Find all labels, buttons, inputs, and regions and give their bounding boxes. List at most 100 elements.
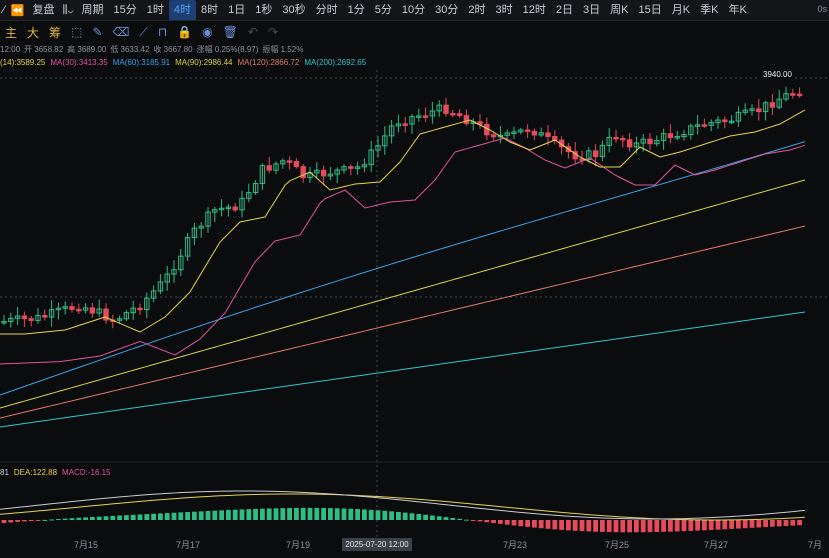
macd-bar-117 — [797, 520, 802, 526]
candle-92 — [626, 139, 633, 148]
macd-bar-54 — [368, 509, 374, 520]
candle-3 — [21, 315, 28, 320]
macd-dif-line — [0, 490, 806, 520]
macd-bar-83 — [566, 520, 571, 531]
macd-bar-80 — [545, 520, 551, 529]
macd-bar-10 — [69, 518, 75, 520]
macd-bar-19 — [130, 514, 136, 520]
macd-bar-69 — [470, 520, 476, 521]
macd-bar-93 — [634, 520, 639, 533]
macd-bar-28 — [192, 511, 197, 520]
macd-bar-30 — [205, 510, 211, 520]
macd-bar-103 — [702, 520, 707, 531]
macd-bar-70 — [477, 520, 483, 522]
macd-bar-46 — [314, 507, 320, 520]
macd-bar-62 — [423, 514, 428, 520]
macd-bar-108 — [736, 520, 741, 529]
x-axis-label-1: 7月17 — [176, 540, 200, 550]
macd-bar-95 — [647, 520, 653, 533]
macd-bar-52 — [355, 509, 360, 520]
macd-bar-17 — [117, 515, 122, 520]
macd-bar-40 — [273, 508, 279, 520]
macd-bar-77 — [525, 520, 530, 527]
macd-bar-49 — [334, 508, 340, 520]
x-axis-label-5: 7月27 — [704, 540, 728, 550]
macd-label-1: DEA:122.88 — [13, 467, 58, 477]
macd-bar-106 — [722, 520, 728, 530]
macd-bar-64 — [436, 516, 442, 520]
macd-bar-88 — [600, 520, 605, 532]
candle-20 — [137, 307, 143, 311]
macd-bar-73 — [498, 520, 503, 524]
macd-bar-8 — [56, 519, 61, 521]
macd-bar-65 — [443, 517, 449, 520]
macd-bar-76 — [518, 520, 524, 527]
macd-bar-32 — [219, 510, 224, 520]
macd-bar-45 — [307, 507, 313, 520]
macd-bar-78 — [532, 520, 537, 528]
macd-bar-63 — [430, 515, 435, 520]
macd-bar-68 — [464, 519, 469, 521]
macd-bar-27 — [185, 512, 190, 520]
macd-bar-92 — [627, 520, 632, 533]
candle-39 — [266, 165, 272, 171]
candle-77 — [524, 129, 531, 132]
macd-bar-26 — [178, 512, 184, 520]
macd-bar-3 — [22, 520, 27, 522]
candle-4 — [28, 318, 34, 321]
x-axis-label-2: 7月19 — [286, 540, 310, 550]
candle-68 — [463, 115, 470, 124]
macd-bar-11 — [76, 517, 82, 520]
macd-bar-111 — [756, 520, 762, 528]
macd-bar-72 — [491, 520, 496, 524]
candle-90 — [613, 136, 619, 140]
macd-bar-107 — [729, 520, 734, 529]
macd-bar-115 — [783, 520, 789, 526]
macd-bar-51 — [348, 508, 354, 520]
candle-10 — [69, 306, 75, 310]
macd-bar-97 — [661, 520, 666, 532]
macd-bar-71 — [484, 520, 490, 523]
macd-bar-2 — [15, 520, 20, 522]
macd-bar-44 — [300, 507, 306, 520]
candle-103 — [701, 124, 708, 127]
macd-bar-53 — [362, 509, 367, 520]
macd-bar-20 — [137, 514, 143, 520]
candle-113 — [769, 102, 776, 108]
macd-bar-81 — [552, 520, 558, 530]
macd-bar-50 — [341, 508, 347, 520]
macd-bar-112 — [763, 520, 768, 528]
macd-bar-18 — [124, 515, 129, 520]
macd-bar-33 — [226, 510, 231, 520]
macd-bar-24 — [164, 513, 170, 520]
crosshair-date-label: 2025-07-20 12:00 — [342, 538, 412, 551]
macd-bar-75 — [511, 520, 517, 526]
candle-80 — [545, 132, 551, 138]
candle-43 — [293, 160, 300, 168]
macd-bar-89 — [606, 520, 612, 533]
macd-bar-91 — [620, 520, 626, 533]
candle-65 — [443, 104, 449, 114]
macd-bar-21 — [144, 514, 150, 520]
candle-91 — [620, 137, 626, 141]
macd-bar-42 — [287, 508, 292, 520]
candle-42 — [286, 160, 293, 163]
macd-bar-85 — [579, 520, 585, 532]
ma30-line — [0, 137, 806, 365]
macd-bar-13 — [90, 516, 95, 520]
macd-bar-109 — [742, 520, 748, 529]
x-axis-label-6: 7月 — [808, 540, 822, 550]
macd-bar-16 — [110, 515, 116, 520]
macd-bar-9 — [62, 518, 68, 520]
macd-bar-37 — [253, 508, 258, 520]
macd-bar-38 — [260, 508, 265, 520]
macd-bar-59 — [402, 512, 408, 520]
macd-bar-36 — [246, 509, 252, 520]
macd-label-2: MACD:-16.15 — [62, 467, 111, 477]
candle-62 — [422, 115, 429, 118]
macd-bar-22 — [151, 513, 156, 520]
x-axis-label-4: 7月25 — [605, 540, 629, 550]
macd-bar-74 — [504, 520, 510, 525]
macd-bar-116 — [790, 520, 796, 526]
macd-bar-39 — [266, 508, 272, 520]
